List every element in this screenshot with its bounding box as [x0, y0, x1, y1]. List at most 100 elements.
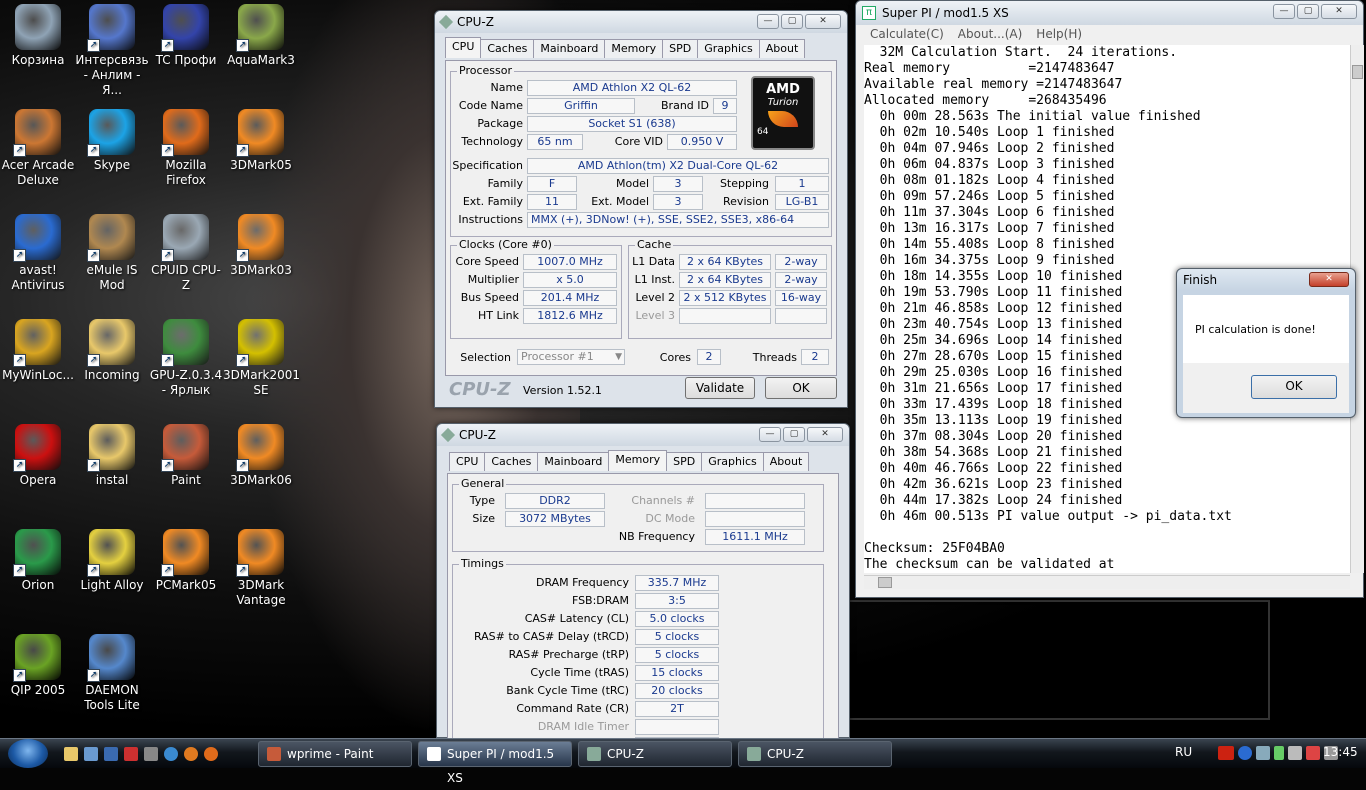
scroll-thumb[interactable]	[878, 577, 892, 588]
tab-spd[interactable]: SPD	[666, 452, 703, 471]
cpuz-cpu-window[interactable]: CPU-Z — ▢ ✕ CPU Caches Mainboard Memory SPD Gra…	[434, 10, 848, 408]
close-button[interactable]: ✕	[1321, 4, 1357, 19]
minimize-button[interactable]: —	[759, 427, 781, 442]
folder-icon[interactable]	[64, 747, 78, 761]
desktop-icon[interactable]: ➚ 3DMark Vantage	[223, 525, 299, 608]
battery-icon[interactable]	[1274, 746, 1284, 760]
taskbar-button[interactable]: CPU-Z	[578, 741, 732, 767]
desktop-icon[interactable]: ➚ 3DMark2001 SE	[223, 315, 300, 398]
close-button[interactable]: ✕	[807, 427, 843, 442]
desktop-icon[interactable]: ➚ PCMark05	[148, 525, 224, 593]
amd-turion-logo: AMD Turion 64	[751, 76, 815, 150]
tab-about[interactable]: About	[762, 452, 810, 471]
show-desktop-icon[interactable]	[84, 747, 98, 761]
tab-mainboard[interactable]: Mainboard	[537, 452, 610, 471]
display-icon[interactable]	[104, 747, 118, 761]
memory-type-value: DDR2	[505, 493, 605, 509]
desktop-icon[interactable]: ➚ Skype	[74, 105, 150, 173]
desktop-icon[interactable]: ➚ QIP 2005	[0, 630, 76, 698]
desktop-icon[interactable]: ➚ Opera	[0, 420, 76, 488]
desktop-icon[interactable]: ➚ instal	[74, 420, 150, 488]
desktop-icon-label: 3DMark03	[230, 263, 292, 277]
ok-button[interactable]: OK	[765, 377, 837, 399]
cpuz-memory-titlebar[interactable]: CPU-Z — ▢ ✕	[437, 424, 849, 446]
desktop-icon[interactable]: ➚ DAEMON Tools Lite	[74, 630, 150, 713]
validate-button[interactable]: Validate	[685, 377, 755, 399]
desktop-icon[interactable]: ➚ Интерсвязь - Анлим - Я...	[74, 0, 150, 98]
cpuz-cpu-titlebar[interactable]: CPU-Z — ▢ ✕	[435, 11, 847, 33]
desktop-icon[interactable]: ➚ AquaMark3	[223, 0, 299, 68]
start-button[interactable]	[8, 739, 48, 768]
clock[interactable]: 13:45	[1323, 745, 1358, 759]
close-button[interactable]: ✕	[1309, 272, 1349, 287]
tab-caches[interactable]: Caches	[480, 39, 535, 58]
desktop-icon[interactable]: ➚ 3DMark03	[223, 210, 299, 278]
desktop-icon[interactable]: ➚ avast! Antivirus	[0, 210, 76, 293]
desktop-icon[interactable]: ➚ 3DMark05	[223, 105, 299, 173]
cpuz-memory-window[interactable]: CPU-Z — ▢ ✕ CPU Caches Mainboard Memory SPD Gra…	[436, 423, 850, 753]
desktop-icon[interactable]: ➚ GPU-Z.0.3.4 - Ярлык	[148, 315, 224, 398]
desktop-icon[interactable]: ➚ eMule IS Mod	[74, 210, 150, 293]
tab-graphics[interactable]: Graphics	[697, 39, 760, 58]
media-icon[interactable]	[144, 747, 158, 761]
desktop-icon[interactable]: ➚ CPUID CPU-Z	[148, 210, 224, 293]
desktop-icon[interactable]: ➚ Acer Arcade Deluxe	[0, 105, 76, 188]
close-button[interactable]: ✕	[805, 14, 841, 29]
tab-spd[interactable]: SPD	[662, 39, 699, 58]
language-indicator[interactable]: RU	[1175, 745, 1192, 759]
ati-icon[interactable]	[1218, 746, 1234, 760]
desktop-icon[interactable]: Корзина	[0, 0, 76, 68]
shortcut-arrow-icon: ➚	[13, 669, 26, 682]
desktop-icon[interactable]: ➚ Paint	[148, 420, 224, 488]
desktop-icon[interactable]: ➚ Light Alloy	[74, 525, 150, 593]
ie-icon[interactable]	[164, 747, 178, 761]
tab-memory[interactable]: Memory	[604, 39, 664, 58]
tab-memory[interactable]: Memory	[608, 450, 668, 471]
taskbar-button[interactable]: CPU-Z	[738, 741, 892, 767]
security-icon[interactable]	[1306, 746, 1320, 760]
minimize-button[interactable]: —	[1273, 4, 1295, 19]
desktop-icon[interactable]: ➚ Incoming	[74, 315, 150, 383]
tab-about[interactable]: About	[758, 39, 806, 58]
maximize-button[interactable]: ▢	[783, 427, 805, 442]
taskbar-button[interactable]: wprime - Paint	[258, 741, 412, 767]
tab-caches[interactable]: Caches	[484, 452, 539, 471]
daemon-icon[interactable]	[124, 747, 138, 761]
desktop-icon[interactable]: ➚ MyWinLoc...	[0, 315, 76, 383]
superpi-titlebar[interactable]: π Super PI / mod1.5 XS — ▢ ✕	[856, 1, 1363, 25]
log-line: 0h 11m 37.304s Loop 6 finished	[864, 205, 1115, 220]
desktop-icon[interactable]: ➚ TC Профи	[148, 0, 224, 68]
firefox-icon[interactable]	[204, 747, 218, 761]
player-icon[interactable]	[184, 747, 198, 761]
tab-cpu[interactable]: CPU	[449, 452, 486, 471]
avast-icon[interactable]	[1238, 746, 1252, 760]
desktop-icon[interactable]: ➚ Mozilla Firefox	[148, 105, 224, 188]
timing-value: 20 clocks	[635, 683, 719, 699]
horizontal-scrollbar[interactable]	[864, 575, 1350, 589]
desktop-icon[interactable]: ➚ 3DMark06	[223, 420, 299, 488]
finish-dialog[interactable]: Finish ✕ PI calculation is done! OK	[1176, 268, 1356, 418]
menu-item[interactable]: Help(H)	[1036, 27, 1082, 45]
minimize-button[interactable]: —	[757, 14, 779, 29]
desktop-icon[interactable]: ➚ Orion	[0, 525, 76, 593]
scroll-thumb[interactable]	[1352, 65, 1363, 79]
network-icon[interactable]	[1256, 746, 1270, 760]
processor-select[interactable]: Processor #1 ▼	[517, 349, 625, 365]
volume-icon[interactable]	[1288, 746, 1302, 760]
tab-mainboard[interactable]: Mainboard	[533, 39, 606, 58]
label: Ext. Family	[462, 195, 523, 208]
maximize-button[interactable]: ▢	[781, 14, 803, 29]
select-value: Processor #1	[521, 350, 594, 363]
tab-graphics[interactable]: Graphics	[701, 452, 764, 471]
dc-mode-value	[705, 511, 805, 527]
ext-family-value: 11	[527, 194, 577, 210]
menu-item[interactable]: About...(A)	[958, 27, 1023, 45]
ok-button[interactable]: OK	[1251, 375, 1337, 399]
tab-cpu[interactable]: CPU	[445, 37, 482, 58]
maximize-button[interactable]: ▢	[1297, 4, 1319, 19]
l1-inst-assoc: 2-way	[775, 272, 827, 288]
menu-item[interactable]: Calculate(C)	[870, 27, 944, 45]
finish-titlebar[interactable]: Finish ✕	[1177, 269, 1355, 291]
taskbar-button[interactable]: Super PI / mod1.5 XS	[418, 741, 572, 785]
